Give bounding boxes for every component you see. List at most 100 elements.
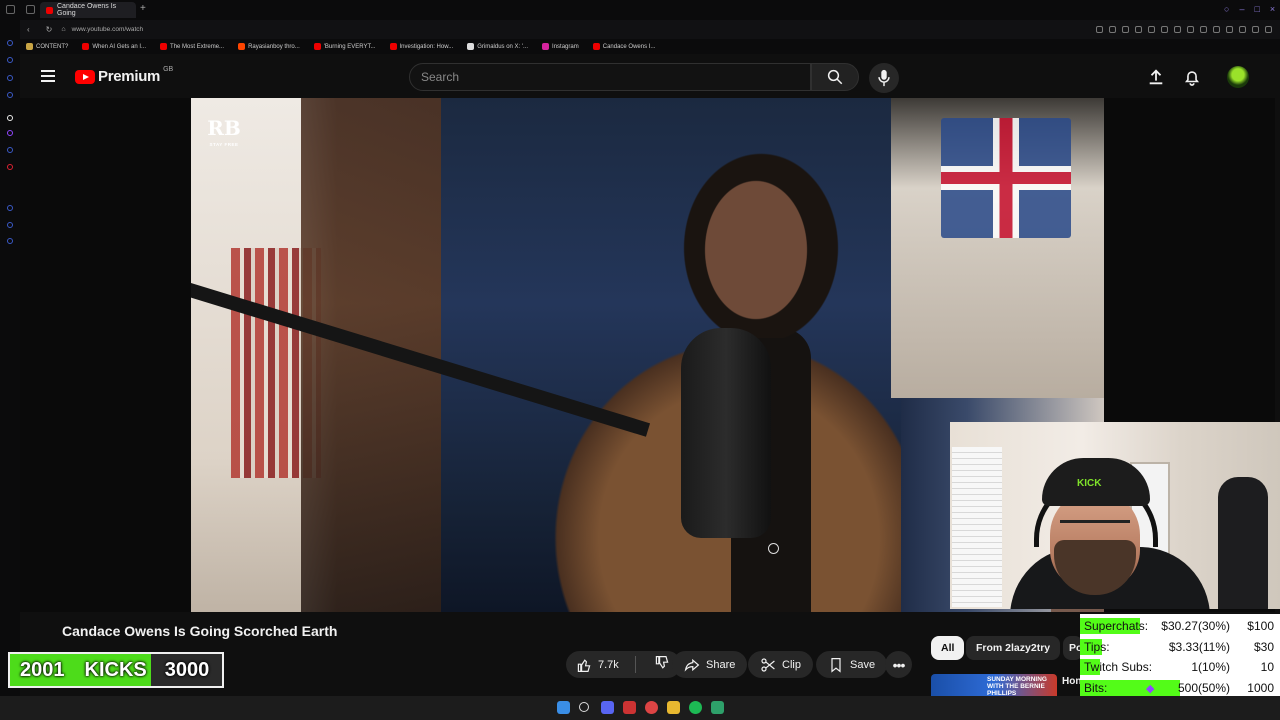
bookmark-label: Investigation: How... (399, 43, 454, 50)
bookmarks-bar: CONTENT? When AI Gets an I... The Most Ext… (20, 39, 1280, 54)
kicks-current: 2001 (20, 658, 65, 681)
site-info-icon[interactable]: ⌂ (61, 26, 65, 33)
close-window-icon[interactable]: × (1270, 4, 1275, 14)
new-tab-icon[interactable]: + (140, 3, 146, 14)
search-placeholder: Search (421, 70, 460, 84)
stat-label: Tips: (1084, 639, 1110, 654)
messenger-icon[interactable] (7, 147, 13, 153)
like-button[interactable]: 7.7k (566, 656, 636, 673)
stat-goal: $100 (1247, 619, 1274, 633)
extension-icon[interactable] (1213, 26, 1220, 33)
stat-value: 500(50%) (1177, 680, 1230, 695)
sidebar-app-icon[interactable] (7, 222, 13, 228)
mouse-cursor-icon (768, 543, 779, 554)
save-button[interactable]: Save (816, 651, 888, 678)
twitch-icon[interactable] (7, 130, 13, 136)
search-button[interactable] (811, 63, 859, 91)
bookmark-item[interactable]: The Most Extreme... (160, 43, 224, 50)
save-label: Save (850, 658, 876, 671)
sidebar-app-icon[interactable] (7, 115, 13, 121)
webcam-window-blinds (952, 447, 1002, 607)
file-explorer-icon[interactable] (667, 701, 680, 714)
extension-icon[interactable] (1135, 26, 1142, 33)
app-icon[interactable] (623, 701, 636, 714)
maximize-icon[interactable]: □ (1254, 4, 1259, 14)
extension-icon[interactable] (1239, 26, 1246, 33)
youtube-premium-logo[interactable]: Premium GB (75, 66, 174, 85)
extension-icon[interactable] (1187, 26, 1194, 33)
menu-icon[interactable] (41, 70, 55, 82)
sidebar-app-icon[interactable] (7, 205, 13, 211)
bookmark-item[interactable]: Candace Owens I... (592, 43, 655, 50)
search-tabs-icon[interactable]: ○ (1224, 4, 1229, 14)
discord-icon[interactable] (601, 701, 614, 714)
start-menu-icon[interactable] (557, 701, 570, 714)
search-input[interactable]: Search (409, 63, 811, 91)
sidebar-app-icon[interactable] (7, 75, 13, 81)
extension-icon[interactable] (1109, 26, 1116, 33)
sidebar-toggle-icon[interactable] (6, 5, 15, 14)
upload-button[interactable] (1147, 68, 1165, 91)
bookmark-item[interactable]: Investigation: How... (389, 43, 454, 50)
bookmark-label: Rayasianboy thro... (248, 43, 300, 50)
share-label: Share (706, 658, 736, 671)
play-icon[interactable] (1174, 26, 1181, 33)
spotify-icon[interactable] (689, 701, 702, 714)
bookmark-item[interactable]: 'Burning EVERYT... (313, 43, 376, 50)
extension-icon[interactable] (1226, 26, 1233, 33)
stat-label: Bits: (1084, 680, 1108, 695)
sidebar-app-icon[interactable] (7, 57, 13, 63)
instagram-icon (542, 43, 550, 50)
chip-all[interactable]: All (931, 636, 965, 660)
window-controls: ○ – □ × (1224, 4, 1275, 14)
clip-button[interactable]: Clip (748, 651, 813, 678)
region-code: GB (163, 66, 174, 73)
folder-icon (26, 43, 33, 50)
chip-from-channel[interactable]: From 2lazy2try (966, 636, 1061, 660)
dislike-button[interactable] (642, 655, 670, 674)
bookmark-item[interactable]: Instagram (542, 43, 579, 50)
heart-icon[interactable] (1200, 26, 1207, 33)
sidebar-app-icon[interactable] (7, 92, 13, 98)
voice-search-button[interactable] (869, 63, 899, 93)
youtube-icon (313, 43, 321, 50)
sidebar-app-icon[interactable] (7, 40, 13, 46)
extension-icon[interactable] (1161, 26, 1168, 33)
instagram-icon[interactable] (7, 164, 13, 170)
notifications-button[interactable] (1183, 68, 1201, 91)
reload-icon[interactable]: ↻ (46, 25, 53, 34)
scissors-icon (761, 657, 775, 672)
sidebar-app-icon[interactable] (7, 238, 13, 244)
bell-icon (1184, 71, 1200, 86)
menu-icon[interactable] (1265, 26, 1272, 33)
url-text[interactable]: www.youtube.com/watch (72, 26, 144, 33)
stat-value: $3.33(11%) (1168, 639, 1230, 654)
download-icon[interactable] (1252, 26, 1259, 33)
browser-sidebar (0, 20, 20, 696)
zoom-icon[interactable] (1096, 26, 1103, 33)
search-icon[interactable] (579, 702, 589, 712)
extension-icon[interactable] (1122, 26, 1129, 33)
more-actions-button[interactable]: ••• (885, 651, 912, 678)
back-icon[interactable]: ‹ (27, 25, 30, 34)
youtube-logo-icon (75, 69, 95, 84)
shield-icon[interactable] (1148, 26, 1155, 33)
avatar[interactable] (1227, 66, 1249, 88)
minimize-icon[interactable]: – (1239, 4, 1244, 14)
tab-list-icon[interactable] (26, 5, 35, 14)
video-title: Candace Owens Is Going Scorched Earth (62, 623, 338, 639)
youtube-favicon-icon (46, 6, 53, 14)
bookmark-item[interactable]: Rayasianboy thro... (238, 43, 300, 50)
recommended-video-title[interactable]: Hon (1062, 676, 1081, 687)
browser-icon[interactable] (645, 701, 658, 714)
union-jack-flag (941, 118, 1071, 238)
bookmark-item[interactable]: Grimaldus on X: '... (467, 43, 528, 50)
recommended-video-thumbnail[interactable]: SUNDAY MORNING WITH THE BERNIE PHILLIPS (931, 674, 1057, 696)
bookmark-item[interactable]: CONTENT? (26, 43, 68, 50)
bookmark-item[interactable]: When AI Gets an I... (82, 43, 146, 50)
share-button[interactable]: Share (672, 651, 748, 678)
bookmark-label: CONTENT? (36, 43, 69, 50)
app-icon[interactable] (711, 701, 724, 714)
browser-tab-active[interactable]: Candace Owens Is Going (40, 2, 136, 18)
youtube-icon (592, 43, 600, 50)
